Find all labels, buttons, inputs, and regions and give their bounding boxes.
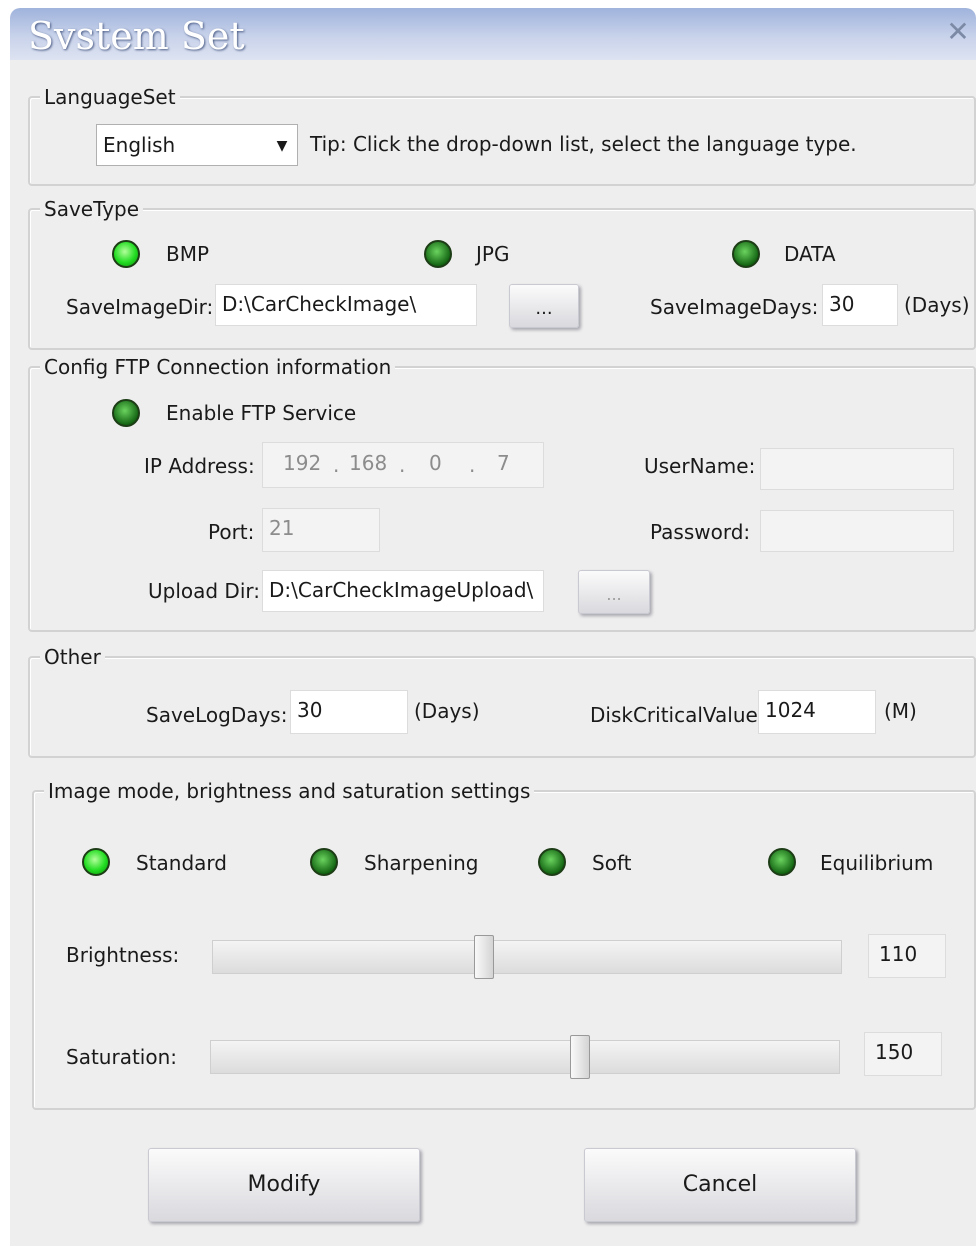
language-group-label: LanguageSet (40, 85, 180, 109)
close-icon[interactable]: ✕ (944, 18, 972, 46)
save-image-days-input[interactable]: 30 (822, 284, 898, 326)
username-label: UserName: (644, 454, 756, 478)
save-type-group-label: SaveType (40, 197, 144, 221)
saturation-value: 150 (864, 1032, 942, 1076)
mode-sharpening-label: Sharpening (364, 851, 479, 875)
ip-octet-2: 168 (349, 451, 388, 475)
brightness-value: 110 (868, 934, 946, 978)
ftp-group-label: Config FTP Connection information (40, 355, 396, 379)
saturation-slider[interactable] (210, 1035, 840, 1079)
mode-soft-radio[interactable] (538, 848, 566, 876)
radio-data-label: DATA (784, 242, 836, 266)
language-select[interactable]: English ▼ (96, 124, 298, 166)
language-tip: Tip: Click the drop-down list, select th… (310, 132, 857, 156)
password-input[interactable] (760, 510, 954, 552)
port-label: Port: (208, 520, 255, 544)
save-image-dir-browse-button[interactable]: ... (509, 284, 579, 328)
mode-equilibrium-label: Equilibrium (820, 851, 934, 875)
save-image-days-unit: (Days) (904, 293, 970, 317)
modify-button[interactable]: Modify (148, 1148, 420, 1222)
save-type-group: SaveType BMP JPG DATA SaveImageDir: D:\C… (28, 197, 976, 350)
window-title: Svstem Set (28, 14, 245, 58)
other-group-label: Other (40, 645, 105, 669)
save-log-days-label: SaveLogDays: (146, 703, 288, 727)
language-selected-value: English (103, 133, 176, 157)
save-log-days-unit: (Days) (414, 699, 480, 723)
mode-soft-label: Soft (592, 851, 632, 875)
save-log-days-input[interactable]: 30 (290, 690, 408, 734)
enable-ftp-label: Enable FTP Service (166, 401, 357, 425)
radio-bmp-label: BMP (166, 242, 210, 266)
language-group: LanguageSet English ▼ Tip: Click the dro… (28, 85, 976, 186)
username-input[interactable] (760, 448, 954, 490)
upload-dir-label: Upload Dir: (148, 579, 261, 603)
upload-dir-browse-button[interactable]: ... (578, 570, 650, 614)
image-settings-group: Image mode, brightness and saturation se… (32, 779, 976, 1110)
cancel-button[interactable]: Cancel (584, 1148, 856, 1222)
saturation-label: Saturation: (66, 1045, 177, 1069)
radio-data[interactable] (732, 240, 760, 268)
other-group: Other SaveLogDays: 30 (Days) DiskCritica… (28, 645, 976, 758)
chevron-down-icon[interactable]: ▼ (267, 125, 297, 165)
saturation-slider-thumb[interactable] (570, 1035, 590, 1079)
disk-critical-value-label: DiskCriticalValue: (590, 703, 765, 727)
ip-dot-1: . (333, 453, 340, 477)
save-image-dir-label: SaveImageDir: (66, 295, 214, 319)
ftp-group: Config FTP Connection information Enable… (28, 355, 976, 632)
ip-address-label: IP Address: (144, 454, 255, 478)
ip-dot-2: . (399, 453, 406, 477)
mode-standard-radio[interactable] (82, 848, 110, 876)
system-set-dialog: Svstem Set ✕ LanguageSet English ▼ Tip: … (10, 8, 976, 1246)
ip-octet-1: 192 (283, 451, 322, 475)
disk-critical-value-input[interactable]: 1024 (758, 690, 876, 734)
port-input[interactable]: 21 (262, 508, 380, 552)
save-image-dir-input[interactable]: D:\CarCheckImage\ (215, 284, 477, 326)
mode-equilibrium-radio[interactable] (768, 848, 796, 876)
brightness-label: Brightness: (66, 943, 180, 967)
ip-octet-3: 0 (429, 451, 442, 475)
enable-ftp-radio[interactable] (112, 399, 140, 427)
image-settings-group-label: Image mode, brightness and saturation se… (44, 779, 535, 803)
brightness-slider[interactable] (212, 935, 842, 979)
radio-jpg-label: JPG (476, 242, 510, 266)
brightness-slider-thumb[interactable] (474, 935, 494, 979)
ip-dot-3: . (469, 453, 476, 477)
radio-jpg[interactable] (424, 240, 452, 268)
title-bar: Svstem Set ✕ (10, 8, 976, 60)
password-label: Password: (650, 520, 751, 544)
ip-address-input[interactable]: 192 . 168 . 0 . 7 (262, 442, 544, 488)
save-image-days-label: SaveImageDays: (650, 295, 819, 319)
mode-sharpening-radio[interactable] (310, 848, 338, 876)
disk-critical-value-unit: (M) (884, 699, 917, 723)
ip-octet-4: 7 (497, 451, 510, 475)
mode-standard-label: Standard (136, 851, 227, 875)
radio-bmp[interactable] (112, 240, 140, 268)
upload-dir-input[interactable]: D:\CarCheckImageUpload\ (262, 570, 544, 612)
